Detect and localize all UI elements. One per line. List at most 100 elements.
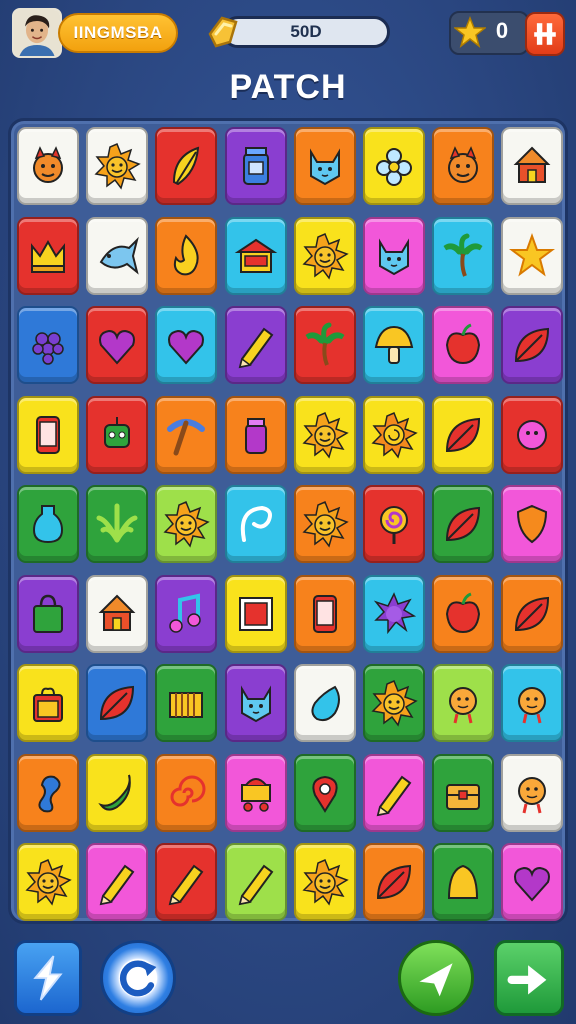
next-button[interactable]	[494, 940, 564, 1016]
heart-icon	[168, 329, 205, 365]
player-avatar[interactable]	[12, 8, 62, 58]
tile-leaf[interactable]	[432, 395, 495, 474]
tile-pickaxe[interactable]	[155, 395, 218, 474]
tile-sun-face[interactable]	[363, 664, 425, 742]
tile-pencil[interactable]	[86, 843, 149, 921]
send-button[interactable]	[398, 940, 474, 1016]
tile-devil-face[interactable]	[432, 127, 495, 205]
menu-button[interactable]	[525, 12, 565, 56]
tile-drop[interactable]	[293, 664, 356, 742]
tile-pin[interactable]	[293, 753, 356, 832]
tile-heart[interactable]	[155, 306, 218, 384]
tile-leaf[interactable]	[363, 843, 425, 921]
tile-leaf[interactable]	[501, 574, 564, 653]
undo-button[interactable]	[100, 940, 176, 1016]
tile-apple[interactable]	[432, 574, 495, 653]
tile-cup[interactable]	[224, 395, 287, 474]
cat-face-icon	[379, 237, 409, 275]
tile-devil-face[interactable]	[17, 127, 79, 205]
phone-icon	[312, 594, 337, 633]
bell-icon	[448, 864, 479, 899]
tile-sun-face[interactable]	[293, 395, 356, 474]
tile-leaf[interactable]	[501, 306, 564, 384]
tile-palm-tree[interactable]	[293, 306, 356, 384]
tile-sun-face[interactable]	[293, 843, 356, 921]
tile-cart[interactable]	[224, 753, 287, 832]
tile-picture[interactable]	[224, 574, 287, 653]
tile-pencil[interactable]	[224, 306, 287, 384]
leaf-icon	[100, 685, 135, 721]
tile-feather[interactable]	[155, 127, 218, 205]
tile-face[interactable]	[501, 664, 564, 742]
tile-mushroom[interactable]	[363, 306, 425, 384]
tile-lollipop[interactable]	[363, 485, 425, 563]
tile-face[interactable]	[501, 753, 564, 832]
apple-icon	[446, 592, 481, 633]
tile-apple[interactable]	[432, 306, 495, 384]
tile-sun-face[interactable]	[17, 843, 79, 921]
sun-face-icon	[163, 501, 211, 548]
tile-flame[interactable]	[155, 216, 218, 295]
tile-pencil[interactable]	[155, 843, 218, 921]
tile-cat-face[interactable]	[293, 127, 356, 205]
tile-heart[interactable]	[501, 843, 564, 921]
tile-phone[interactable]	[293, 574, 356, 653]
pickaxe-icon	[167, 418, 206, 455]
sun-face-icon	[302, 411, 349, 459]
hint-icon	[33, 955, 63, 1001]
pencil-icon	[169, 864, 204, 906]
cat-face-icon	[309, 148, 340, 186]
tile-board	[8, 118, 568, 924]
tile-phone[interactable]	[17, 395, 79, 474]
tile-leaf[interactable]	[86, 664, 149, 742]
tile-hut[interactable]	[501, 127, 564, 205]
tile-bag[interactable]	[17, 574, 79, 653]
tile-face[interactable]	[432, 664, 495, 742]
tile-flower[interactable]	[363, 127, 425, 205]
tile-fish[interactable]	[86, 216, 149, 295]
tile-sun-face[interactable]	[293, 216, 356, 295]
tile-seahorse[interactable]	[17, 753, 79, 832]
tile-sun-face[interactable]	[86, 127, 149, 205]
tile-robot[interactable]	[86, 395, 149, 474]
tile-sun-face[interactable]	[155, 485, 218, 563]
tile-crown[interactable]	[17, 216, 79, 295]
tile-piano[interactable]	[155, 664, 218, 742]
tile-house[interactable]	[224, 216, 287, 295]
tile-palm-leaf[interactable]	[86, 485, 149, 563]
player-name-badge[interactable]: IINGMSBA	[58, 13, 178, 53]
tile-banana[interactable]	[86, 753, 149, 832]
tile-shield[interactable]	[501, 485, 564, 563]
spiral-sun-icon	[371, 411, 418, 459]
star-icon	[509, 232, 556, 277]
tile-music-note[interactable]	[155, 574, 218, 653]
tile-swirl[interactable]	[224, 485, 287, 563]
tile-hut[interactable]	[86, 574, 149, 653]
hint-button[interactable]	[14, 940, 82, 1016]
tile-spiky-ball[interactable]	[363, 574, 425, 653]
tile-sun-face[interactable]	[293, 485, 356, 563]
tile-star[interactable]	[501, 216, 564, 295]
tile-spiral[interactable]	[155, 753, 218, 832]
tile-leaf[interactable]	[432, 485, 495, 563]
tile-palm-tree[interactable]	[432, 216, 495, 295]
tile-bottle[interactable]	[17, 485, 79, 563]
tile-jar[interactable]	[224, 127, 287, 205]
tile-sun-blob[interactable]	[501, 395, 564, 474]
tile-bell[interactable]	[432, 843, 495, 921]
leaf-icon	[376, 864, 412, 900]
tile-pencil[interactable]	[363, 753, 425, 832]
player-name: IINGMSBA	[73, 23, 163, 42]
send-icon	[419, 963, 453, 997]
phone-icon	[36, 415, 60, 454]
next-icon	[507, 965, 547, 995]
tile-heart[interactable]	[86, 306, 149, 384]
tile-cat-face[interactable]	[224, 664, 287, 742]
tile-pencil[interactable]	[224, 843, 287, 921]
devil-face-icon	[448, 146, 479, 183]
tile-grapes[interactable]	[17, 306, 79, 384]
tile-chest[interactable]	[432, 753, 495, 832]
tile-gift[interactable]	[17, 664, 79, 742]
tile-spiral-sun[interactable]	[363, 395, 425, 474]
tile-cat-face[interactable]	[363, 216, 425, 295]
